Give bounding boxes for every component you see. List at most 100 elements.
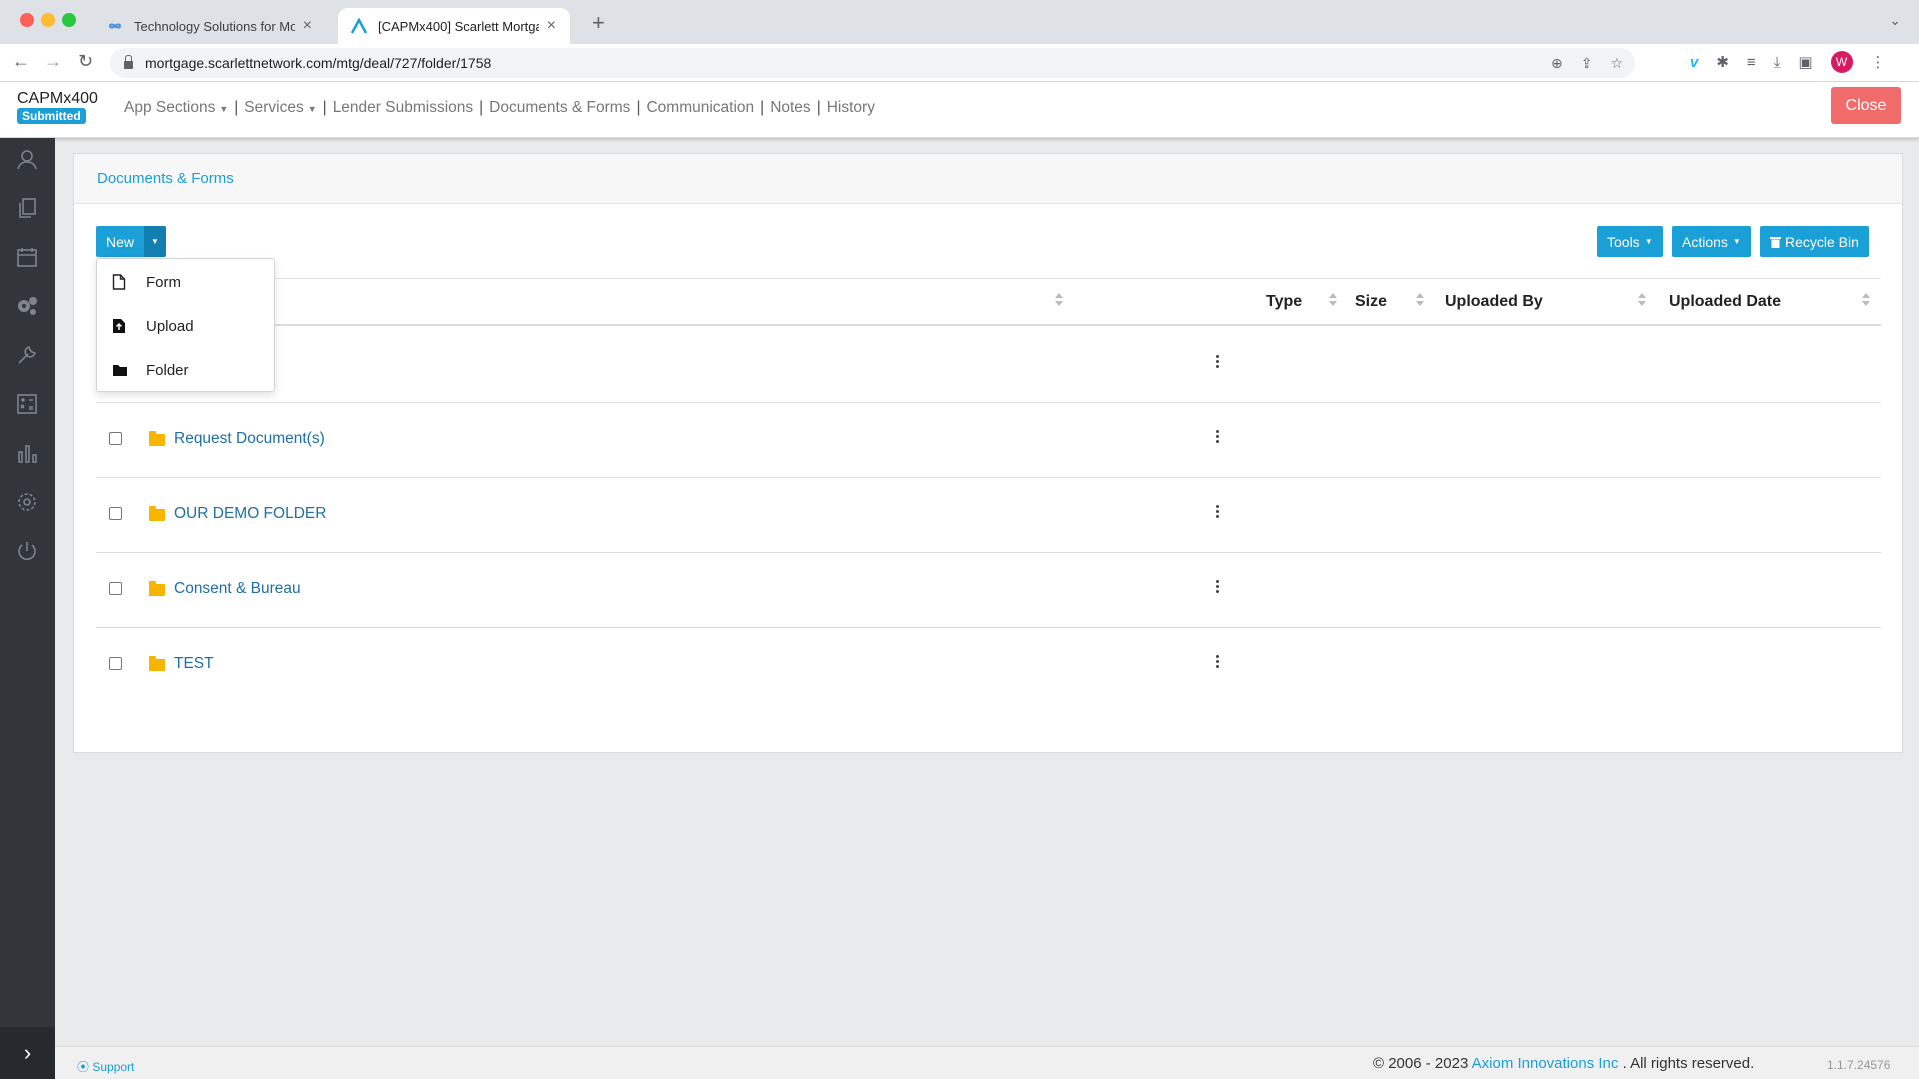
tab-title: [CAPMx400] Scarlett Mortgag [378, 18, 539, 34]
folder-icon [149, 431, 165, 446]
status-badge: Submitted [17, 108, 86, 124]
new-dropdown-toggle[interactable]: ▼ [144, 226, 166, 257]
download-icon[interactable]: ⤓ [1774, 54, 1781, 71]
row-menu-icon[interactable] [1216, 430, 1220, 446]
sidebar-expand-icon[interactable]: › [0, 1027, 55, 1079]
window-close-dot[interactable] [20, 13, 34, 27]
address-bar[interactable]: mortgage.scarlettnetwork.com/mtg/deal/72… [110, 48, 1635, 78]
folder-link[interactable]: OUR DEMO FOLDER [174, 505, 326, 523]
column-uploaded-by[interactable]: Uploaded By [1445, 293, 1543, 311]
column-uploaded-date[interactable]: Uploaded Date [1669, 293, 1781, 311]
nav-services[interactable]: Services ▼ [244, 99, 316, 117]
gears-icon[interactable] [16, 295, 38, 317]
nav-history[interactable]: History [827, 99, 875, 117]
tab-close-icon[interactable]: × [303, 17, 312, 35]
table-row: TEST [96, 628, 1881, 703]
window-maximize-dot[interactable] [62, 13, 76, 27]
new-dropdown-menu: Form Upload Folder [96, 258, 275, 392]
caret-down-icon: ▼ [219, 104, 229, 114]
row-checkbox[interactable] [109, 657, 122, 670]
menu-item-upload[interactable]: Upload [97, 304, 274, 348]
forward-arrow-icon[interactable]: → [44, 51, 62, 72]
column-size[interactable]: Size [1355, 293, 1387, 311]
menu-item-form[interactable]: Form [97, 260, 274, 304]
wrench-icon[interactable] [16, 344, 38, 366]
row-checkbox[interactable] [109, 582, 122, 595]
bookmark-star-icon[interactable]: ☆ [1610, 55, 1623, 72]
close-button[interactable]: Close [1831, 87, 1901, 124]
new-tab-icon[interactable]: + [592, 10, 605, 36]
sort-icon[interactable] [1637, 291, 1647, 309]
share-icon[interactable]: ⇪ [1581, 55, 1593, 72]
reload-icon[interactable]: ↻ [78, 51, 93, 72]
window-minimize-dot[interactable] [41, 13, 55, 27]
table-row: Consent & Bureau [96, 553, 1881, 628]
side-panel-icon[interactable]: ▣ [1798, 53, 1812, 71]
url-text: mortgage.scarlettnetwork.com/mtg/deal/72… [145, 55, 492, 71]
row-checkbox[interactable] [109, 432, 122, 445]
extensions-puzzle-icon[interactable]: ✱ [1716, 53, 1729, 71]
nav-notes[interactable]: Notes [770, 99, 811, 117]
settings-icon[interactable] [16, 491, 38, 513]
row-menu-icon[interactable] [1216, 505, 1220, 521]
nav-documents-forms[interactable]: Documents & Forms [489, 99, 630, 117]
calendar-icon[interactable] [16, 246, 38, 268]
file-icon [112, 274, 126, 290]
sort-icon[interactable] [1054, 291, 1064, 309]
documents-panel: Documents & Forms New ▼ Tools ▼ Actions ▼ … [73, 153, 1903, 753]
folder-link[interactable]: Request Document(s) [174, 430, 325, 448]
row-menu-icon[interactable] [1216, 580, 1220, 596]
panel-title: Documents & Forms [74, 154, 1902, 204]
power-icon[interactable] [16, 540, 38, 562]
caret-down-icon: ▼ [1732, 237, 1741, 246]
row-checkbox[interactable] [109, 507, 122, 520]
browser-menu-icon[interactable]: ⋮ [1871, 53, 1886, 71]
table-row: OUR DEMO FOLDER [96, 478, 1881, 553]
chart-icon[interactable] [16, 442, 38, 464]
browser-tab-scarlett[interactable]: [CAPMx400] Scarlett Mortgag × [338, 8, 570, 44]
company-link[interactable]: Axiom Innovations Inc [1472, 1055, 1619, 1072]
nav-app-sections[interactable]: App Sections ▼ [124, 99, 228, 117]
profile-avatar[interactable]: W [1830, 51, 1853, 73]
tab-close-icon[interactable]: × [547, 17, 556, 35]
browser-toolbar: ← → ↻ mortgage.scarlettnetwork.com/mtg/d… [0, 44, 1919, 82]
infinity-icon [108, 23, 122, 29]
tab-search-icon[interactable]: ⌄ [1889, 12, 1901, 29]
table-header: Type Size Uploaded By Uploaded Date [96, 278, 1881, 326]
top-navigation: App Sections ▼ | Services ▼ | Lender Submi… [124, 99, 875, 117]
documents-icon[interactable] [16, 197, 38, 219]
user-icon[interactable] [16, 148, 38, 170]
nav-lender-submissions[interactable]: Lender Submissions [333, 99, 473, 117]
browser-tab-technology[interactable]: Technology Solutions for Mortg × [94, 8, 326, 44]
column-type[interactable]: Type [1266, 293, 1302, 311]
actions-button[interactable]: Actions ▼ [1672, 226, 1751, 257]
folder-link[interactable]: TEST [174, 655, 214, 673]
row-menu-icon[interactable] [1216, 355, 1220, 371]
trash-icon [1770, 236, 1781, 248]
support-link[interactable]: ⦿ Support [77, 1058, 134, 1075]
folder-link[interactable]: Consent & Bureau [174, 580, 301, 598]
table-row [96, 328, 1881, 403]
back-arrow-icon[interactable]: ← [12, 51, 30, 72]
sort-icon[interactable] [1328, 291, 1338, 309]
nav-communication[interactable]: Communication [646, 99, 754, 117]
app-header: CAPMx400 Submitted App Sections ▼ | Servi… [0, 82, 1919, 138]
tools-button[interactable]: Tools ▼ [1597, 226, 1663, 257]
caret-down-icon: ▼ [1644, 237, 1653, 246]
lock-icon [124, 55, 133, 69]
reading-list-icon[interactable]: ≡ [1747, 54, 1756, 71]
vimeo-extension-icon[interactable]: v [1690, 54, 1698, 71]
sort-icon[interactable] [1861, 291, 1871, 309]
folder-icon [149, 506, 165, 521]
recycle-bin-button[interactable]: Recycle Bin [1760, 226, 1869, 257]
folder-icon [149, 656, 165, 671]
row-menu-icon[interactable] [1216, 655, 1220, 671]
support-icon: ⦿ [77, 1060, 90, 1074]
zoom-icon[interactable]: ⊕ [1551, 55, 1563, 72]
new-button[interactable]: New [96, 226, 144, 257]
calculator-icon[interactable] [16, 393, 38, 415]
footer: ⦿ Support © 2006 - 2023 Axiom Innovation… [55, 1046, 1919, 1079]
folder-icon [149, 581, 165, 596]
sort-icon[interactable] [1415, 291, 1425, 309]
menu-item-folder[interactable]: Folder [97, 348, 274, 392]
